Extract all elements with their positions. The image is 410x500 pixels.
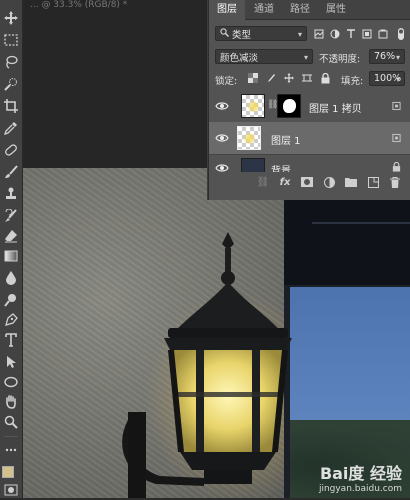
lasso-tool-icon[interactable] — [0, 52, 22, 72]
quick-mask-icon[interactable] — [0, 480, 22, 500]
eye-icon[interactable] — [215, 100, 229, 112]
filter-adjustment-icon[interactable] — [329, 28, 341, 40]
blend-mode-dropdown[interactable]: 颜色减淡 ▾ — [215, 49, 313, 64]
photo-eave-line — [312, 222, 410, 224]
add-mask-icon[interactable] — [299, 174, 315, 190]
panel-tabs: 图层 通道 路径 属性 — [209, 0, 410, 20]
type-tool-icon[interactable] — [0, 330, 22, 350]
blur-tool-icon[interactable] — [0, 268, 22, 288]
tab-properties[interactable]: 属性 — [319, 0, 353, 19]
filter-smart-object-icon[interactable] — [377, 28, 389, 40]
chevron-down-icon: ▾ — [297, 30, 302, 39]
layer-thumbnail[interactable] — [241, 158, 265, 172]
layer-options-icon[interactable] — [392, 133, 401, 143]
eye-icon[interactable] — [215, 132, 229, 144]
eyedropper-tool-icon[interactable] — [0, 118, 22, 138]
layers-panel: 图层 通道 路径 属性 类型 ▾ 颜色减淡 ▾ 不透明度: 76% ▾ 锁定: — [208, 0, 410, 200]
filter-type-icon[interactable] — [345, 28, 357, 40]
more-tools-icon[interactable] — [0, 440, 22, 460]
lock-image-pixels-icon[interactable] — [265, 72, 277, 84]
clone-stamp-tool-icon[interactable] — [0, 184, 22, 204]
move-tool-icon[interactable] — [0, 8, 22, 28]
layer-mask-thumbnail[interactable] — [277, 94, 301, 118]
link-icon[interactable]: ⛓ — [255, 174, 271, 190]
lock-position-icon[interactable] — [283, 72, 295, 84]
quick-select-tool-icon[interactable] — [0, 74, 22, 94]
tools-panel — [0, 0, 23, 498]
photo-street-lamp — [122, 232, 292, 498]
blend-mode-value: 颜色减淡 — [220, 52, 259, 64]
tab-layers[interactable]: 图层 — [209, 0, 245, 20]
eye-icon[interactable] — [215, 162, 229, 172]
filter-toggle-icon[interactable] — [395, 27, 407, 41]
hand-tool-icon[interactable] — [0, 392, 22, 412]
filter-shape-icon[interactable] — [361, 28, 373, 40]
foreground-color-swatch[interactable] — [2, 466, 14, 478]
fill-label: 填充: — [341, 76, 364, 87]
tab-paths[interactable]: 路径 — [283, 0, 317, 19]
dodge-tool-icon[interactable] — [0, 290, 22, 310]
healing-brush-tool-icon[interactable] — [0, 140, 22, 160]
layer-name[interactable]: 图层 1 拷贝 — [309, 100, 362, 115]
layer-filter-value: 类型 — [232, 29, 252, 41]
watermark-brand: Bai度 经验 — [319, 464, 402, 484]
opacity-input[interactable]: 76% ▾ — [369, 49, 405, 64]
history-brush-tool-icon[interactable] — [0, 206, 22, 226]
document-tab-title[interactable]: ... @ 33.3% (RGB/8) * — [30, 0, 127, 12]
layers-footer: ⛓ fx — [249, 174, 409, 190]
fill-input[interactable]: 100% ▾ — [369, 71, 405, 86]
shape-tool-icon[interactable] — [0, 372, 22, 392]
lock-transparent-pixels-icon[interactable] — [247, 72, 259, 84]
chevron-down-icon: ▾ — [395, 75, 400, 84]
marquee-tool-icon[interactable] — [0, 30, 22, 50]
eraser-tool-icon[interactable] — [0, 226, 22, 246]
watermark-url: jingyan.baidu.com — [318, 483, 402, 494]
fx-icon[interactable]: fx — [277, 174, 293, 190]
tab-channels[interactable]: 通道 — [247, 0, 281, 19]
lock-all-icon[interactable] — [319, 72, 331, 84]
adjustment-icon[interactable] — [321, 174, 337, 190]
path-select-tool-icon[interactable] — [0, 352, 22, 372]
new-layer-icon[interactable] — [365, 174, 381, 190]
lock-artboard-icon[interactable] — [301, 72, 313, 84]
search-icon — [220, 27, 229, 40]
layer-thumbnail[interactable] — [241, 94, 265, 118]
layer-filter-dropdown[interactable]: 类型 ▾ — [215, 26, 307, 41]
lock-icon — [392, 162, 401, 172]
layer-row[interactable]: 背景 — [209, 154, 410, 172]
layer-name[interactable]: 背景 — [271, 162, 291, 172]
folder-icon[interactable] — [343, 174, 359, 190]
filter-pixel-icon[interactable] — [313, 28, 325, 40]
opacity-value: 76% — [374, 51, 396, 62]
brush-tool-icon[interactable] — [0, 162, 22, 182]
opacity-label: 不透明度: — [319, 54, 361, 65]
layer-row[interactable]: 图层 1 — [209, 122, 410, 155]
gradient-tool-icon[interactable] — [0, 246, 22, 266]
chevron-down-icon: ▾ — [395, 53, 400, 62]
toolbar-separator — [4, 436, 18, 437]
layer-options-icon[interactable] — [392, 101, 401, 111]
chevron-down-icon: ▾ — [303, 53, 308, 62]
layer-row[interactable]: ⛓ 图层 1 拷贝 — [209, 90, 410, 123]
zoom-tool-icon[interactable] — [0, 412, 22, 432]
baidu-jingyan-watermark: Bai度 经验 jingyan.baidu.com — [318, 464, 402, 494]
pen-tool-icon[interactable] — [0, 310, 22, 330]
trash-icon[interactable] — [387, 174, 403, 190]
layer-name[interactable]: 图层 1 — [271, 132, 301, 147]
crop-tool-icon[interactable] — [0, 96, 22, 116]
layer-thumbnail[interactable] — [237, 126, 261, 150]
lock-label: 锁定: — [215, 76, 238, 87]
